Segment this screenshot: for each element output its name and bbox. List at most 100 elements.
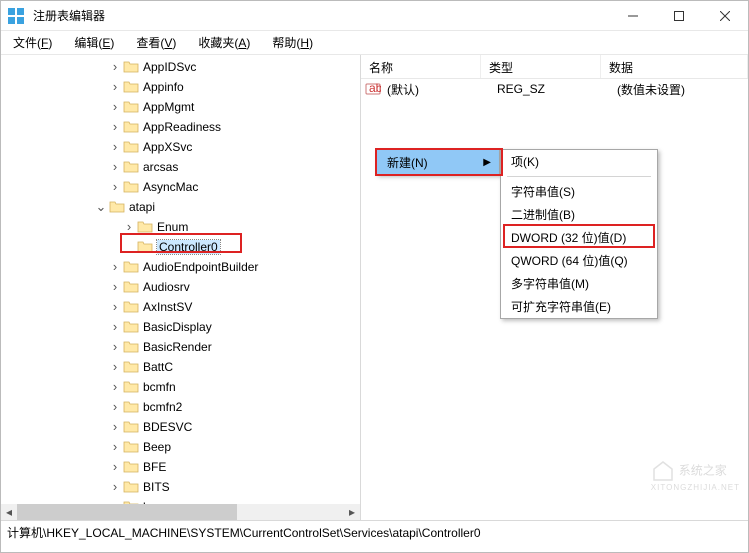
tree-item[interactable]: ›AxInstSV — [1, 297, 360, 317]
tree-item[interactable]: ›bcmfn2 — [1, 397, 360, 417]
tree-item-label: AppReadiness — [143, 120, 221, 134]
tree-item[interactable]: ›BDESVC — [1, 417, 360, 437]
minimize-button[interactable] — [610, 1, 656, 30]
tree-item[interactable]: › BITS — [1, 477, 360, 497]
tree-item[interactable]: › AppReadiness — [1, 117, 360, 137]
expander-icon[interactable]: › — [109, 421, 121, 433]
context-item-new[interactable]: 新建(N) ▶ — [377, 150, 499, 174]
close-button[interactable] — [702, 1, 748, 30]
tree-item[interactable]: › Beep — [1, 437, 360, 457]
maximize-button[interactable] — [656, 1, 702, 30]
menu-h[interactable]: 帮助(H) — [266, 32, 319, 53]
tree-item[interactable]: › BattC — [1, 357, 360, 377]
tree-item[interactable]: › AsyncMac — [1, 177, 360, 197]
scroll-track[interactable] — [17, 504, 344, 520]
tree-item-label: BasicRender — [143, 340, 212, 354]
column-name[interactable]: 名称 — [361, 55, 481, 78]
tree-panel: ›AppIDSvc›Appinfo›AppMgmt›AppReadiness›A… — [1, 55, 361, 520]
tree-item[interactable]: ›Appinfo — [1, 77, 360, 97]
context-item-label: QWORD (64 位)值(Q) — [511, 252, 628, 269]
horizontal-scrollbar[interactable]: ◂ ▸ — [1, 504, 360, 520]
context-item[interactable]: 字符串值(S) — [501, 180, 657, 203]
context-item[interactable]: 多字符串值(M) — [501, 272, 657, 295]
expander-icon[interactable]: › — [109, 301, 121, 313]
tree-item[interactable]: › AppIDSvc — [1, 57, 360, 77]
expander-icon[interactable]: › — [109, 481, 121, 493]
expander-icon[interactable]: › — [109, 441, 121, 453]
expander-icon[interactable]: › — [109, 401, 121, 413]
expander-icon[interactable]: › — [123, 221, 135, 233]
tree-item-label: AppIDSvc — [143, 60, 196, 74]
tree-item-label: atapi — [129, 200, 155, 214]
scroll-right-icon[interactable]: ▸ — [344, 504, 360, 520]
expander-icon[interactable]: › — [109, 461, 121, 473]
context-item[interactable]: 二进制值(B) — [501, 203, 657, 226]
menu-v[interactable]: 查看(V) — [130, 32, 182, 53]
expander-icon[interactable]: › — [109, 341, 121, 353]
folder-icon — [123, 340, 139, 354]
list-row[interactable]: ab(默认)REG_SZ(数值未设置) — [361, 79, 748, 99]
menu-e[interactable]: 编辑(E) — [68, 32, 120, 53]
tree-item-label: Enum — [157, 220, 188, 234]
expander-icon[interactable]: › — [109, 281, 121, 293]
expander-icon[interactable]: › — [109, 101, 121, 113]
scroll-thumb[interactable] — [17, 504, 237, 520]
expander-icon[interactable]: › — [109, 141, 121, 153]
tree-item[interactable]: › AudioEndpointBuilder — [1, 257, 360, 277]
expander-icon[interactable]: › — [109, 321, 121, 333]
menu-a[interactable]: 收藏夹(A) — [192, 32, 256, 53]
menubar: 文件(F) 编辑(E) 查看(V) 收藏夹(A) 帮助(H) — [1, 31, 748, 55]
context-item[interactable]: QWORD (64 位)值(Q) — [501, 249, 657, 272]
context-item-label: DWORD (32 位)值(D) — [511, 229, 626, 246]
scroll-left-icon[interactable]: ◂ — [1, 504, 17, 520]
folder-icon — [123, 160, 139, 174]
tree-item-label: BFE — [143, 460, 166, 474]
expander-icon[interactable]: › — [109, 121, 121, 133]
folder-icon — [123, 460, 139, 474]
folder-icon — [123, 480, 139, 494]
context-item[interactable]: 可扩充字符串值(E) — [501, 295, 657, 318]
context-item[interactable]: 项(K) — [501, 150, 657, 173]
context-item[interactable]: DWORD (32 位)值(D) — [501, 226, 657, 249]
expander-icon[interactable]: › — [109, 61, 121, 73]
watermark: 系统之家 XITONGZHIJIA.NET — [651, 459, 740, 492]
expander-icon[interactable]: › — [109, 81, 121, 93]
tree-item[interactable]: › BasicRender — [1, 337, 360, 357]
folder-icon — [109, 200, 125, 214]
string-value-icon: ab — [365, 81, 381, 97]
titlebar: 注册表编辑器 — [1, 1, 748, 31]
tree-item-label: AudioEndpointBuilder — [143, 260, 258, 274]
expander-icon[interactable]: › — [109, 161, 121, 173]
value-data: (数值未设置) — [617, 81, 748, 98]
tree-item[interactable]: ›Audiosrv — [1, 277, 360, 297]
statusbar: 计算机\HKEY_LOCAL_MACHINE\SYSTEM\CurrentCon… — [1, 520, 748, 544]
expander-icon[interactable]: › — [109, 361, 121, 373]
tree-item-label: AsyncMac — [143, 180, 198, 194]
expander-icon[interactable]: › — [109, 181, 121, 193]
tree-item[interactable]: ›AppMgmt — [1, 97, 360, 117]
tree-item[interactable]: › bcmfn — [1, 377, 360, 397]
tree-item-label: Beep — [143, 440, 171, 454]
tree-item[interactable]: › Enum — [1, 217, 360, 237]
tree-item[interactable]: ›BasicDisplay — [1, 317, 360, 337]
statusbar-path: 计算机\HKEY_LOCAL_MACHINE\SYSTEM\CurrentCon… — [7, 524, 481, 541]
tree-item[interactable]: Controller0 — [1, 237, 360, 257]
expander-icon[interactable]: › — [109, 381, 121, 393]
menu-f[interactable]: 文件(F) — [7, 32, 58, 53]
value-name: (默认) — [385, 81, 497, 98]
tree-item[interactable]: ›arcsas — [1, 157, 360, 177]
tree-item-label: Controller0 — [157, 240, 220, 254]
tree-item[interactable]: ›AppXSvc — [1, 137, 360, 157]
tree-item-label: BattC — [143, 360, 173, 374]
tree-scroll[interactable]: ›AppIDSvc›Appinfo›AppMgmt›AppReadiness›A… — [1, 55, 360, 504]
column-type[interactable]: 类型 — [481, 55, 601, 78]
tree-item[interactable]: ⌄ atapi — [1, 197, 360, 217]
context-separator — [507, 176, 651, 177]
expander-icon[interactable]: ⌄ — [95, 201, 107, 213]
column-data[interactable]: 数据 — [601, 55, 748, 78]
tree-item[interactable]: › BFE — [1, 457, 360, 477]
expander-icon[interactable]: › — [109, 261, 121, 273]
tree-item-label: bcmfn — [143, 380, 176, 394]
tree-item-label: BITS — [143, 480, 170, 494]
tree-item[interactable]: ›bowser — [1, 497, 360, 504]
